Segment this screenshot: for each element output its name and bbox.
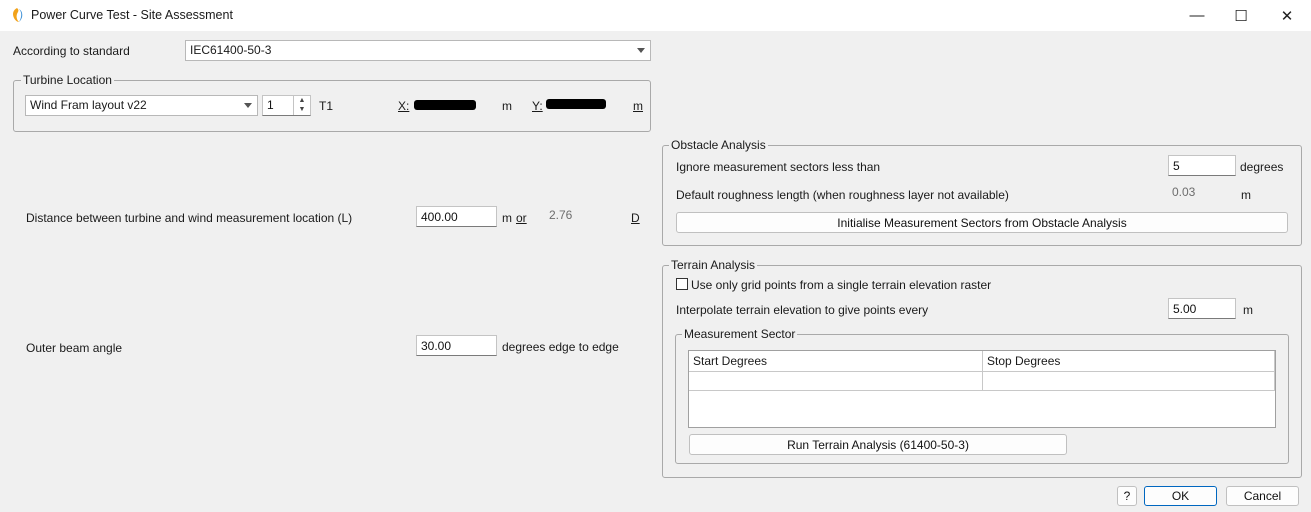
column-start-degrees[interactable]: Start Degrees	[689, 351, 983, 372]
terrain-analysis-title: Terrain Analysis	[669, 258, 758, 272]
close-button[interactable]: ✕	[1264, 0, 1310, 31]
distance-label: Distance between turbine and wind measur…	[26, 211, 353, 225]
cancel-button[interactable]: Cancel	[1226, 486, 1299, 506]
window-title: Power Curve Test - Site Assessment	[31, 8, 233, 22]
maximize-button[interactable]: ☐	[1218, 0, 1264, 31]
y-unit: m	[633, 99, 643, 113]
app-logo-icon	[13, 8, 23, 22]
table-cell[interactable]	[689, 372, 983, 391]
turbine-index-value: 1	[267, 98, 274, 112]
distance-unit-m: m	[502, 211, 512, 225]
single-raster-label[interactable]: Use only grid points from a single terra…	[691, 278, 991, 292]
standard-label: According to standard	[13, 44, 130, 58]
spin-up-icon[interactable]: ▲	[294, 96, 310, 105]
x-unit: m	[502, 99, 512, 113]
distance-d-value: 2.76	[545, 206, 625, 227]
distance-or: or	[516, 211, 527, 225]
roughness-unit: m	[1241, 188, 1251, 202]
chevron-down-icon	[244, 103, 252, 108]
beam-unit: degrees edge to edge	[502, 340, 619, 354]
distance-input[interactable]	[416, 206, 497, 227]
layout-dropdown[interactable]: Wind Fram layout v22	[25, 95, 258, 116]
turbine-id: T1	[319, 99, 334, 113]
y-coordinate-redacted	[546, 99, 606, 109]
roughness-label: Default roughness length (when roughness…	[676, 188, 1009, 202]
standard-dropdown[interactable]: IEC61400-50-3	[185, 40, 651, 61]
x-label: X:	[398, 99, 410, 113]
ignore-sectors-unit: degrees	[1240, 160, 1284, 174]
turbine-location-title: Turbine Location	[21, 73, 114, 87]
ignore-sectors-label: Ignore measurement sectors less than	[676, 160, 881, 174]
measurement-sector-table[interactable]: Start Degrees Stop Degrees	[688, 350, 1276, 428]
ok-button[interactable]: OK	[1144, 486, 1217, 506]
layout-value: Wind Fram layout v22	[30, 98, 147, 112]
distance-d-unit: D	[631, 211, 640, 225]
beam-label: Outer beam angle	[26, 341, 123, 355]
single-raster-checkbox[interactable]	[676, 278, 688, 290]
ignore-sectors-input[interactable]	[1168, 155, 1236, 176]
y-label: Y:	[532, 99, 543, 113]
column-stop-degrees[interactable]: Stop Degrees	[983, 351, 1275, 372]
interpolate-unit: m	[1243, 303, 1253, 317]
interpolate-input[interactable]	[1168, 298, 1236, 319]
spin-down-icon[interactable]: ▼	[294, 105, 310, 114]
standard-value: IEC61400-50-3	[190, 43, 272, 57]
turbine-index-stepper[interactable]: 1 ▲ ▼	[262, 95, 311, 116]
table-cell[interactable]	[983, 372, 1275, 391]
initialise-sectors-button[interactable]: Initialise Measurement Sectors from Obst…	[676, 212, 1288, 233]
x-coordinate-redacted	[414, 100, 476, 110]
obstacle-analysis-title: Obstacle Analysis	[669, 138, 768, 152]
run-terrain-analysis-button[interactable]: Run Terrain Analysis (61400-50-3)	[689, 434, 1067, 455]
measurement-sector-title: Measurement Sector	[682, 327, 798, 341]
interpolate-label: Interpolate terrain elevation to give po…	[676, 303, 929, 317]
help-button[interactable]: ?	[1117, 486, 1137, 506]
minimize-button[interactable]: —	[1174, 0, 1220, 31]
chevron-down-icon	[637, 48, 645, 53]
roughness-value: 0.03	[1168, 183, 1236, 204]
beam-angle-input[interactable]	[416, 335, 497, 356]
